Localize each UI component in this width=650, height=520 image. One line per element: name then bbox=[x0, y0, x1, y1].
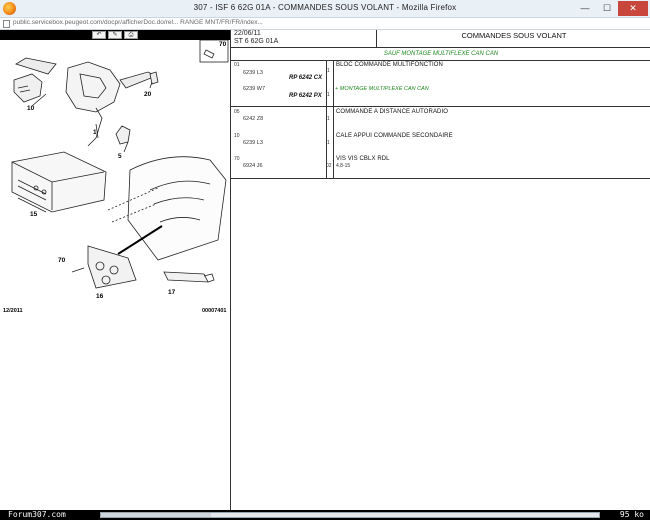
drawing-date: 12/2011 bbox=[3, 308, 23, 314]
callout-70-bottom: 70 bbox=[58, 257, 66, 264]
column-divider bbox=[333, 61, 334, 179]
row-qty: 1 bbox=[327, 140, 330, 146]
row-qty: 1 bbox=[327, 116, 330, 122]
row-qty: 02 bbox=[326, 163, 332, 169]
drawing-toolbar: ↶ ✎ ⎙ bbox=[0, 30, 230, 40]
status-site: Forum307.com bbox=[8, 510, 66, 519]
callout-15: 15 bbox=[30, 211, 38, 218]
status-size: 95 ko bbox=[619, 510, 644, 519]
title-bar: 307 - ISF 6 62G 01A - COMMANDES SOUS VOL… bbox=[0, 0, 650, 18]
close-button[interactable]: ✕ bbox=[618, 1, 648, 16]
address-bar[interactable]: public.servicebox.peugeot.com/docpr/affi… bbox=[0, 18, 650, 30]
url-text[interactable]: public.servicebox.peugeot.com/docpr/affi… bbox=[13, 19, 263, 26]
clip-part bbox=[149, 71, 159, 85]
support-part bbox=[115, 125, 131, 145]
print-button[interactable]: ⎙ bbox=[124, 31, 138, 39]
page-icon bbox=[3, 20, 10, 28]
callout-1: 1 bbox=[93, 129, 97, 136]
row-description[interactable]: CALE APPUI COMMANDE SECONDAIRE bbox=[336, 133, 453, 139]
row-index: 01 bbox=[234, 62, 240, 68]
row-description[interactable]: COMMANDE A DISTANCE AUTORADIO bbox=[336, 109, 448, 115]
row-note: + MONTAGE MULTIPLEXE CAN CAN bbox=[335, 86, 429, 92]
undo-button[interactable]: ↶ bbox=[92, 31, 106, 39]
row-ref: 6924 J6 bbox=[243, 163, 263, 169]
row-part-code[interactable]: RP 6242 PX bbox=[289, 93, 322, 99]
row-note: 4.8-15 bbox=[336, 163, 351, 169]
callout-5: 5 bbox=[118, 153, 122, 160]
header-title: COMMANDES SOUS VOLANT bbox=[461, 31, 567, 40]
row-qty: 1 bbox=[327, 68, 330, 74]
callout-17: 17 bbox=[168, 289, 176, 296]
row-subref: 6239 L3 bbox=[243, 70, 263, 76]
drawing-panel: ↶ ✎ ⎙ 70 20 10 1 5 15 70 16 17 12/2011 0… bbox=[0, 30, 230, 510]
radio-unit bbox=[11, 151, 107, 213]
callout-70-top: 70 bbox=[219, 41, 227, 48]
load-progress-bar bbox=[100, 512, 600, 518]
row-index: 10 bbox=[234, 133, 240, 139]
switch-housing bbox=[65, 61, 121, 113]
row-index: 05 bbox=[234, 109, 240, 115]
annotate-button[interactable]: ✎ bbox=[108, 31, 122, 39]
minimize-button[interactable]: — bbox=[574, 1, 596, 16]
parts-header: 22/06/11 ST 6 62G 01A COMMANDES SOUS VOL… bbox=[231, 30, 650, 48]
condition-note: SAUF MONTAGE MULTIFLEXE CAN CAN bbox=[231, 48, 650, 61]
callout-10: 10 bbox=[27, 105, 35, 112]
parts-list-panel: 22/06/11 ST 6 62G 01A COMMANDES SOUS VOL… bbox=[230, 30, 650, 510]
cable bbox=[87, 107, 103, 147]
row-part-code[interactable]: RP 6242 CX bbox=[289, 75, 322, 81]
window-controls: — ☐ ✕ bbox=[574, 1, 648, 17]
row-qty: 1 bbox=[327, 92, 330, 98]
browser-window: 307 - ISF 6 62G 01A - COMMANDES SOUS VOL… bbox=[0, 0, 650, 520]
row-subref: 6239 W7 bbox=[243, 86, 266, 92]
callout-20: 20 bbox=[144, 91, 152, 98]
dashboard-outline bbox=[127, 156, 227, 261]
row-divider bbox=[231, 106, 650, 107]
maximize-button[interactable]: ☐ bbox=[596, 1, 618, 16]
window-title: 307 - ISF 6 62G 01A - COMMANDES SOUS VOL… bbox=[193, 3, 457, 12]
row-ref: 6239 L3 bbox=[243, 140, 263, 146]
header-date: 22/06/11 bbox=[234, 30, 261, 37]
row-index: 70 bbox=[234, 156, 240, 162]
drawing-code: 00007401 bbox=[202, 308, 227, 314]
header-reference: ST 6 62G 01A bbox=[234, 38, 279, 45]
header-ids: 22/06/11 ST 6 62G 01A bbox=[231, 30, 377, 48]
load-progress-fill bbox=[101, 513, 211, 517]
row-description[interactable]: VIS VIS CBLX RDL bbox=[336, 156, 390, 162]
row-ref: 6242 Z8 bbox=[243, 116, 264, 122]
status-bar: Forum307.com 95 ko bbox=[0, 510, 650, 520]
exploded-view-drawing: 70 20 10 1 5 15 70 16 17 bbox=[11, 40, 229, 300]
callout-16: 16 bbox=[96, 293, 104, 300]
part-17 bbox=[163, 271, 209, 283]
table-bottom-border bbox=[231, 178, 650, 179]
row-description[interactable]: BLOC COMMANDE MULTIFONCTION bbox=[336, 62, 443, 68]
wiper-stalk bbox=[15, 57, 57, 75]
